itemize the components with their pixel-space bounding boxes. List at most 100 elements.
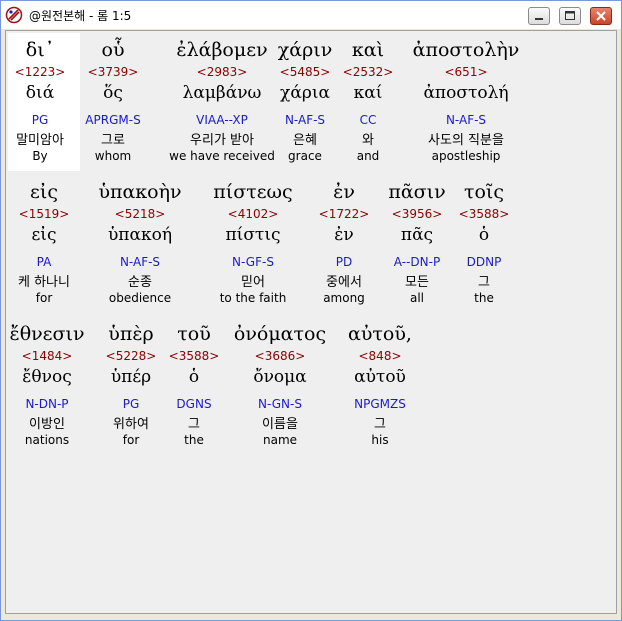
english-gloss: grace — [288, 149, 322, 163]
korean-gloss: 그로 — [101, 133, 125, 148]
strong-number: <1519> — [18, 207, 70, 221]
close-button[interactable] — [590, 7, 612, 25]
minimize-button[interactable] — [528, 7, 550, 25]
lemma: ὑπακοή — [107, 225, 173, 245]
greek-word: ἀποστολὴν — [412, 39, 520, 61]
parsing-code: PA — [36, 255, 52, 269]
strong-number: <5218> — [114, 207, 166, 221]
lemma: ἀποστολή — [423, 83, 509, 103]
korean-gloss: 이방인 — [29, 417, 65, 432]
greek-word: εἰς — [30, 181, 58, 203]
lemma: εἰς — [31, 225, 57, 245]
greek-word: χάριν — [277, 39, 333, 61]
english-gloss: apostleship — [431, 149, 501, 163]
strong-number: <651> — [444, 65, 488, 79]
english-gloss: for — [35, 291, 53, 305]
strong-number: <1722> — [318, 207, 370, 221]
greek-word: πίστεως — [213, 181, 293, 203]
strong-number: <3739> — [87, 65, 139, 79]
lemma: ὅς — [103, 83, 123, 103]
lemma: χάρια — [280, 83, 330, 103]
parsing-code: PG — [122, 397, 140, 411]
greek-word: ὑπὲρ — [108, 323, 154, 345]
greek-word: τοῖς — [463, 181, 505, 203]
english-gloss: and — [356, 149, 380, 163]
greek-word: δι᾽ — [25, 39, 55, 61]
greek-word: ἔθνεσιν — [9, 323, 85, 345]
strong-number: <4102> — [227, 207, 279, 221]
lemma: λαμβάνω — [182, 83, 262, 103]
title-bar[interactable]: @원전본해 - 롬 1:5 — [1, 1, 621, 29]
strong-number: <3956> — [391, 207, 443, 221]
korean-gloss: 은혜 — [293, 133, 317, 148]
greek-word: καὶ — [351, 39, 385, 61]
english-gloss: the — [474, 291, 494, 305]
strong-number: <848> — [358, 349, 402, 363]
english-gloss: all — [409, 291, 425, 305]
greek-word: ὀνόματος — [233, 323, 327, 345]
lemma: ὁ — [188, 367, 200, 387]
maximize-icon — [565, 11, 575, 20]
greek-word: ἐλάβομεν — [176, 39, 268, 61]
parsing-code: NPGMZS — [354, 397, 406, 411]
lemma: αὐτοῦ — [354, 367, 406, 387]
app-logo-icon — [5, 6, 23, 24]
english-gloss: among — [323, 291, 365, 305]
korean-gloss: 그 — [188, 417, 200, 432]
english-gloss: By — [32, 149, 48, 163]
greek-word: οὗ — [101, 39, 125, 61]
english-gloss: whom — [94, 149, 132, 163]
korean-gloss: 중에서 — [326, 275, 362, 290]
parsing-code: PG — [31, 113, 49, 127]
minimize-icon — [535, 18, 543, 20]
parsing-code: PD — [335, 255, 353, 269]
app-window: @원전본해 - 롬 1:5 δι᾽ <1223> διά PG 말미암아 By οὗ <373… — [0, 0, 622, 621]
korean-gloss: 와 — [362, 133, 374, 148]
korean-gloss: 모든 — [405, 275, 429, 290]
korean-gloss: 말미암아 — [16, 133, 64, 148]
english-gloss: his — [371, 433, 389, 447]
parsing-code: N-AF-S — [284, 113, 326, 127]
english-gloss: nations — [24, 433, 70, 447]
maximize-button[interactable] — [559, 7, 581, 25]
english-gloss: obedience — [108, 291, 172, 305]
parsing-code: N-GN-S — [258, 397, 302, 411]
korean-gloss: 순종 — [128, 275, 152, 290]
window-title: @원전본해 - 롬 1:5 — [29, 9, 132, 23]
parsing-code: APRGM-S — [85, 113, 141, 127]
close-icon — [596, 11, 606, 21]
english-gloss: we have received — [169, 149, 275, 163]
lemma: ὄνομα — [253, 367, 307, 387]
lemma: ὑπέρ — [110, 367, 152, 387]
korean-gloss: 믿어 — [241, 275, 265, 290]
strong-number: <3686> — [254, 349, 306, 363]
parsing-code: A--DN-P — [393, 255, 441, 269]
strong-number: <2532> — [342, 65, 394, 79]
korean-gloss: 우리가 받아 — [190, 133, 254, 148]
strong-number: <1484> — [21, 349, 73, 363]
korean-gloss: 이름을 — [262, 417, 298, 432]
lemma: ἐν — [334, 225, 354, 245]
korean-gloss: 그 — [478, 275, 490, 290]
strong-number: <5228> — [105, 349, 157, 363]
korean-gloss: 그 — [374, 417, 386, 432]
strong-number: <5485> — [279, 65, 331, 79]
parsing-code: CC — [359, 113, 377, 127]
english-gloss: for — [122, 433, 140, 447]
english-gloss: the — [184, 433, 204, 447]
parsing-code: VIAA--XP — [196, 113, 248, 127]
parsing-code: DDNP — [466, 255, 502, 269]
strong-number: <3588> — [168, 349, 220, 363]
greek-word: ὑπακοὴν — [98, 181, 182, 203]
greek-word: τοῦ — [177, 323, 211, 345]
korean-gloss: 케 하나니 — [18, 275, 70, 290]
lemma: ἔθνος — [22, 367, 72, 387]
korean-gloss: 사도의 직분을 — [428, 133, 504, 148]
greek-word: πᾶσιν — [388, 181, 446, 203]
parsing-code: DGNS — [176, 397, 212, 411]
lemma: διά — [25, 83, 55, 103]
parsing-code: N-AF-S — [119, 255, 161, 269]
lemma: πίστις — [225, 225, 281, 245]
strong-number: <1223> — [14, 65, 66, 79]
parsing-code: N-AF-S — [445, 113, 487, 127]
